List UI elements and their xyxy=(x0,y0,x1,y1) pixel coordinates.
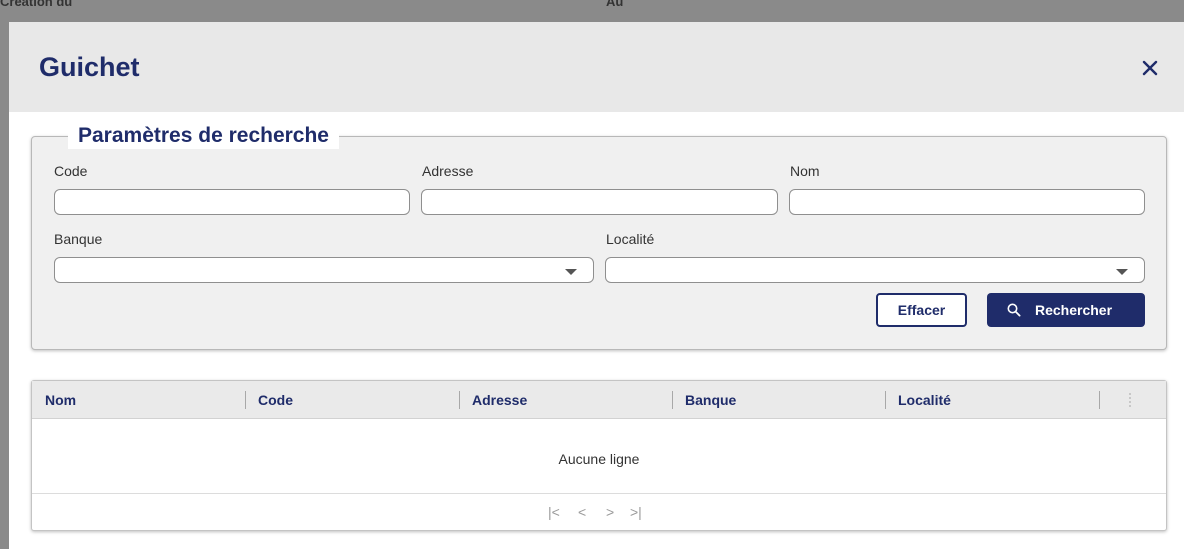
background-text-mid: Au xyxy=(606,0,624,9)
grid-header: Nom Code Adresse Banque Localité xyxy=(32,381,1166,419)
column-header-banque[interactable]: Banque xyxy=(685,392,736,408)
search-button-label: Rechercher xyxy=(1035,302,1113,318)
column-header-nom[interactable]: Nom xyxy=(45,392,76,408)
chevron-down-icon xyxy=(1116,269,1128,275)
code-label: Code xyxy=(54,163,88,179)
search-icon xyxy=(1007,303,1021,317)
dialog-header: Guichet xyxy=(9,22,1184,112)
column-separator[interactable] xyxy=(459,391,460,409)
search-button[interactable]: Rechercher xyxy=(987,293,1145,327)
nom-input[interactable] xyxy=(789,189,1145,215)
column-separator[interactable] xyxy=(245,391,246,409)
column-menu-icon[interactable] xyxy=(1129,393,1131,407)
chevron-down-icon xyxy=(565,269,577,275)
background-text-left: Création du xyxy=(0,0,73,9)
code-input[interactable] xyxy=(54,189,410,215)
first-page-icon[interactable]: |< xyxy=(548,504,560,520)
localite-label: Localité xyxy=(606,231,655,247)
close-icon[interactable] xyxy=(1138,56,1162,80)
column-header-localite[interactable]: Localité xyxy=(898,392,951,408)
column-separator[interactable] xyxy=(672,391,673,409)
empty-grid-message: Aucune ligne xyxy=(558,451,640,467)
column-header-adresse[interactable]: Adresse xyxy=(472,392,527,408)
banque-select[interactable] xyxy=(54,257,594,283)
next-page-icon[interactable]: > xyxy=(606,504,614,520)
column-separator[interactable] xyxy=(1099,391,1100,409)
adresse-input[interactable] xyxy=(421,189,778,215)
grid-pagination: |< < > >| xyxy=(32,493,1166,530)
last-page-icon[interactable]: >| xyxy=(630,504,642,520)
search-parameters-panel: Paramètres de recherche Code Adresse Nom… xyxy=(31,123,1167,350)
guichet-dialog: Guichet Paramètres de recherche Code Adr… xyxy=(9,22,1184,549)
nom-label: Nom xyxy=(790,163,820,179)
adresse-label: Adresse xyxy=(422,163,474,179)
clear-button[interactable]: Effacer xyxy=(876,293,967,327)
column-header-code[interactable]: Code xyxy=(258,392,293,408)
column-separator[interactable] xyxy=(885,391,886,409)
banque-label: Banque xyxy=(54,231,103,247)
search-parameters-legend: Paramètres de recherche xyxy=(68,123,339,149)
previous-page-icon[interactable]: < xyxy=(578,504,586,520)
results-grid: Nom Code Adresse Banque Localité Aucune … xyxy=(31,380,1167,531)
dialog-title: Guichet xyxy=(39,52,140,82)
localite-select[interactable] xyxy=(605,257,1145,283)
